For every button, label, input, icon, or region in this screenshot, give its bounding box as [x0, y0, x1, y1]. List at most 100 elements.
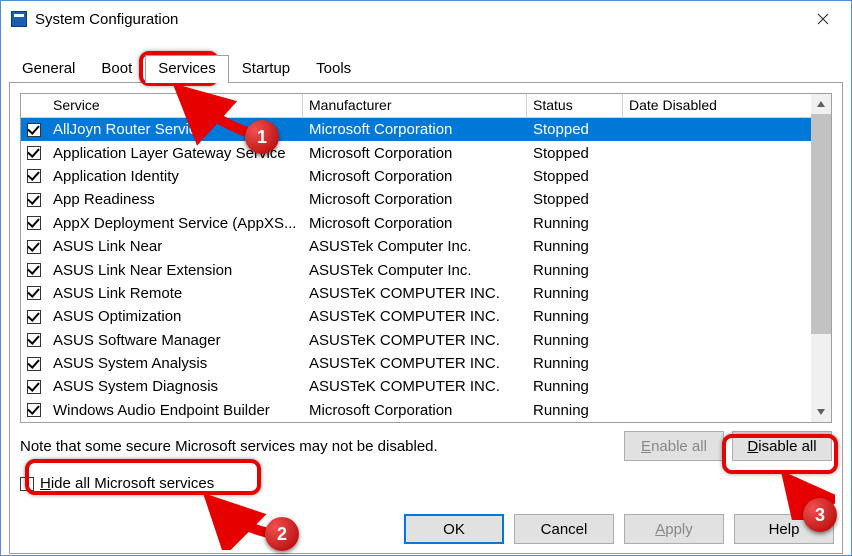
service-status: Running	[527, 238, 623, 255]
dialog-buttons: OK Cancel Apply Help	[404, 514, 834, 544]
service-checkbox[interactable]	[27, 240, 41, 254]
service-status: Running	[527, 308, 623, 325]
service-manufacturer: Microsoft Corporation	[303, 402, 527, 419]
window-title: System Configuration	[35, 11, 178, 28]
service-status: Stopped	[527, 168, 623, 185]
hide-ms-services-row: Hide all Microsoft services	[20, 475, 832, 492]
service-manufacturer: ASUSTeK COMPUTER INC.	[303, 332, 527, 349]
app-icon	[11, 11, 27, 27]
ok-button[interactable]: OK	[404, 514, 504, 544]
service-manufacturer: Microsoft Corporation	[303, 121, 527, 138]
service-name: Windows Audio Endpoint Builder	[47, 402, 303, 419]
service-checkbox[interactable]	[27, 310, 41, 324]
scroll-up-icon[interactable]	[811, 94, 831, 114]
tab-startup[interactable]: Startup	[229, 55, 303, 83]
row-checkbox-cell	[21, 216, 47, 230]
service-name: AllJoyn Router Service	[47, 121, 303, 138]
row-checkbox-cell	[21, 240, 47, 254]
service-name: ASUS Software Manager	[47, 332, 303, 349]
scrollbar-track[interactable]	[811, 334, 831, 402]
service-row[interactable]: Application Layer Gateway ServiceMicroso…	[21, 141, 811, 164]
row-checkbox-cell	[21, 403, 47, 417]
col-manufacturer[interactable]: Manufacturer	[303, 94, 527, 117]
service-row[interactable]: ASUS Link Near ExtensionASUSTek Computer…	[21, 258, 811, 281]
service-checkbox[interactable]	[27, 169, 41, 183]
tab-panel-services: Service Manufacturer Status Date Disable…	[9, 82, 843, 554]
service-checkbox[interactable]	[27, 333, 41, 347]
col-service[interactable]: Service	[47, 94, 303, 117]
service-name: ASUS Link Remote	[47, 285, 303, 302]
services-list: Service Manufacturer Status Date Disable…	[20, 93, 832, 423]
service-name: ASUS System Analysis	[47, 355, 303, 372]
hide-ms-services-checkbox[interactable]	[20, 477, 34, 491]
row-checkbox-cell	[21, 380, 47, 394]
service-manufacturer: Microsoft Corporation	[303, 145, 527, 162]
scroll-down-icon[interactable]	[811, 402, 831, 422]
service-row[interactable]: AppX Deployment Service (AppXS...Microso…	[21, 212, 811, 235]
service-checkbox[interactable]	[27, 286, 41, 300]
service-status: Running	[527, 378, 623, 395]
close-icon	[817, 13, 829, 25]
service-checkbox[interactable]	[27, 263, 41, 277]
service-checkbox[interactable]	[27, 193, 41, 207]
service-manufacturer: Microsoft Corporation	[303, 215, 527, 232]
service-manufacturer: ASUSTeK COMPUTER INC.	[303, 285, 527, 302]
service-name: ASUS Optimization	[47, 308, 303, 325]
help-button[interactable]: Help	[734, 514, 834, 544]
service-row[interactable]: Windows Audio Endpoint BuilderMicrosoft …	[21, 399, 811, 422]
service-checkbox[interactable]	[27, 357, 41, 371]
service-row[interactable]: ASUS OptimizationASUSTeK COMPUTER INC.Ru…	[21, 305, 811, 328]
tab-general[interactable]: General	[9, 55, 88, 83]
service-row[interactable]: App ReadinessMicrosoft CorporationStoppe…	[21, 188, 811, 211]
tab-services[interactable]: Services	[145, 55, 229, 83]
service-manufacturer: ASUSTeK COMPUTER INC.	[303, 378, 527, 395]
service-status: Running	[527, 355, 623, 372]
service-checkbox[interactable]	[27, 216, 41, 230]
col-date-disabled[interactable]: Date Disabled	[623, 94, 811, 117]
service-status: Stopped	[527, 191, 623, 208]
service-row[interactable]: Application IdentityMicrosoft Corporatio…	[21, 165, 811, 188]
vertical-scrollbar[interactable]	[811, 94, 831, 422]
service-name: ASUS Link Near Extension	[47, 262, 303, 279]
service-status: Running	[527, 402, 623, 419]
row-checkbox-cell	[21, 310, 47, 324]
service-row[interactable]: ASUS System DiagnosisASUSTeK COMPUTER IN…	[21, 375, 811, 398]
service-status: Running	[527, 215, 623, 232]
row-checkbox-cell	[21, 286, 47, 300]
service-row[interactable]: AllJoyn Router ServiceMicrosoft Corporat…	[21, 118, 811, 141]
service-row[interactable]: ASUS Link NearASUSTek Computer Inc.Runni…	[21, 235, 811, 258]
service-status: Running	[527, 332, 623, 349]
list-body[interactable]: AllJoyn Router ServiceMicrosoft Corporat…	[21, 118, 811, 422]
service-name: Application Layer Gateway Service	[47, 145, 303, 162]
service-name: ASUS System Diagnosis	[47, 378, 303, 395]
hide-ms-services-label[interactable]: Hide all Microsoft services	[40, 475, 214, 492]
service-checkbox[interactable]	[27, 380, 41, 394]
note-text: Note that some secure Microsoft services…	[20, 438, 438, 455]
tab-boot[interactable]: Boot	[88, 55, 145, 83]
service-name: Application Identity	[47, 168, 303, 185]
service-row[interactable]: ASUS System AnalysisASUSTeK COMPUTER INC…	[21, 352, 811, 375]
cancel-button[interactable]: Cancel	[514, 514, 614, 544]
tab-tools[interactable]: Tools	[303, 55, 364, 83]
service-checkbox[interactable]	[27, 403, 41, 417]
close-button[interactable]	[805, 1, 841, 37]
enable-all-button[interactable]: Enable all	[624, 431, 724, 461]
service-status: Running	[527, 285, 623, 302]
scrollbar-thumb[interactable]	[811, 114, 831, 334]
row-checkbox-cell	[21, 123, 47, 137]
note-row: Note that some secure Microsoft services…	[20, 431, 832, 461]
titlebar: System Configuration	[1, 1, 851, 37]
service-checkbox[interactable]	[27, 123, 41, 137]
col-checkbox	[21, 94, 47, 117]
list-main: Service Manufacturer Status Date Disable…	[21, 94, 811, 422]
service-status: Stopped	[527, 121, 623, 138]
service-row[interactable]: ASUS Link RemoteASUSTeK COMPUTER INC.Run…	[21, 282, 811, 305]
apply-button[interactable]: Apply	[624, 514, 724, 544]
disable-all-button[interactable]: Disable all	[732, 431, 832, 461]
service-row[interactable]: ASUS Software ManagerASUSTeK COMPUTER IN…	[21, 329, 811, 352]
enable-disable-group: Enable all Disable all	[624, 431, 832, 461]
service-checkbox[interactable]	[27, 146, 41, 160]
col-status[interactable]: Status	[527, 94, 623, 117]
row-checkbox-cell	[21, 146, 47, 160]
service-status: Running	[527, 262, 623, 279]
